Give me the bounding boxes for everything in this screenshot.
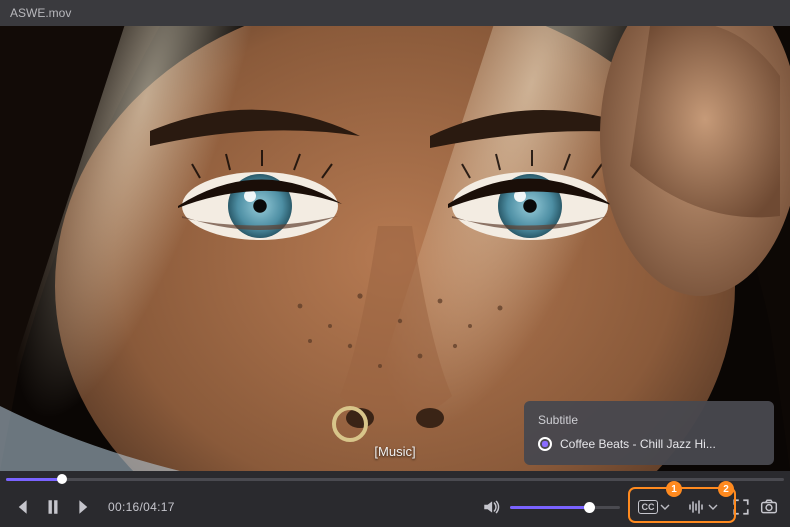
close-button[interactable] [772, 5, 780, 21]
play-pause-button[interactable] [44, 498, 62, 516]
cc-icon: CC [638, 500, 658, 514]
snapshot-button[interactable] [760, 498, 778, 516]
subtitle-cc-button[interactable]: CC [634, 498, 674, 516]
fullscreen-icon [732, 498, 750, 516]
caption-text: [Music] [374, 444, 415, 459]
volume-button[interactable] [482, 498, 500, 516]
video-viewport[interactable]: [Music] Subtitle Coffee Beats - Chill Ja… [0, 26, 790, 471]
volume-slider[interactable] [510, 506, 620, 509]
right-controls: 1 2 CC [634, 497, 778, 517]
camera-icon [760, 498, 778, 516]
volume-fill [510, 506, 588, 509]
subtitle-option[interactable]: Coffee Beats - Chill Jazz Hi... [538, 437, 760, 451]
audio-track-button[interactable] [684, 497, 722, 517]
waveform-icon [688, 499, 706, 515]
prev-frame-icon [12, 498, 30, 516]
video-player-window: ASWE.mov [0, 0, 790, 527]
previous-frame-button[interactable] [12, 498, 30, 516]
time-display: 00:16/04:17 [108, 500, 175, 514]
pause-icon [44, 498, 62, 516]
window-filename: ASWE.mov [10, 6, 772, 20]
volume-control [482, 498, 620, 516]
subtitle-popup: Subtitle Coffee Beats - Chill Jazz Hi... [524, 401, 774, 465]
chevron-down-icon [660, 502, 670, 512]
subtitle-popup-heading: Subtitle [538, 413, 760, 427]
volume-icon [482, 498, 500, 516]
subtitle-track-label: Coffee Beats - Chill Jazz Hi... [560, 437, 716, 451]
progress-fill [6, 478, 61, 481]
next-frame-icon [76, 498, 94, 516]
chevron-down-icon [708, 502, 718, 512]
progress-thumb[interactable] [57, 474, 67, 484]
volume-thumb[interactable] [584, 502, 595, 513]
titlebar: ASWE.mov [0, 0, 790, 26]
progress-track [6, 478, 784, 481]
controls-bar: 00:16/04:17 1 2 CC [0, 487, 790, 527]
fullscreen-button[interactable] [732, 498, 750, 516]
progress-bar[interactable] [0, 471, 790, 487]
radio-selected-icon [538, 437, 552, 451]
next-frame-button[interactable] [76, 498, 94, 516]
